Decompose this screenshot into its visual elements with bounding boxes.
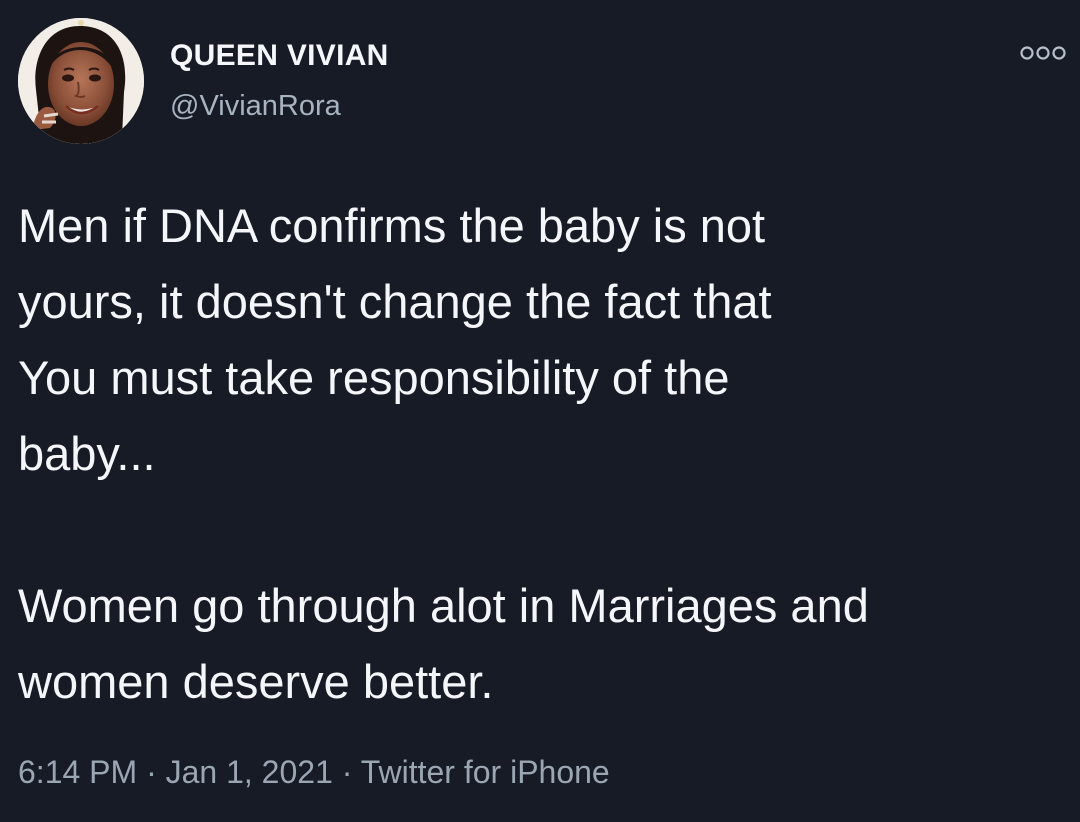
meta-separator: · <box>332 754 361 790</box>
tweet-time[interactable]: 6:14 PM <box>18 754 137 790</box>
avatar[interactable] <box>18 18 144 144</box>
display-name[interactable]: QUEEN VIVIAN <box>170 39 389 73</box>
tweet-source-link[interactable]: Twitter for iPhone <box>361 754 610 790</box>
tweet-meta: 6:14 PM · Jan 1, 2021 · Twitter for iPho… <box>18 752 610 792</box>
profile-photo-icon <box>18 18 144 144</box>
tweet-card: QUEEN VIVIAN @VivianRora Men if DNA conf… <box>0 0 1080 822</box>
tweet-date[interactable]: Jan 1, 2021 <box>166 754 333 790</box>
meta-separator: · <box>137 754 166 790</box>
more-options-icon[interactable] <box>1018 44 1068 62</box>
user-handle[interactable]: @VivianRora <box>170 89 341 123</box>
tweet-text: Men if DNA confirms the baby is not your… <box>18 199 869 708</box>
